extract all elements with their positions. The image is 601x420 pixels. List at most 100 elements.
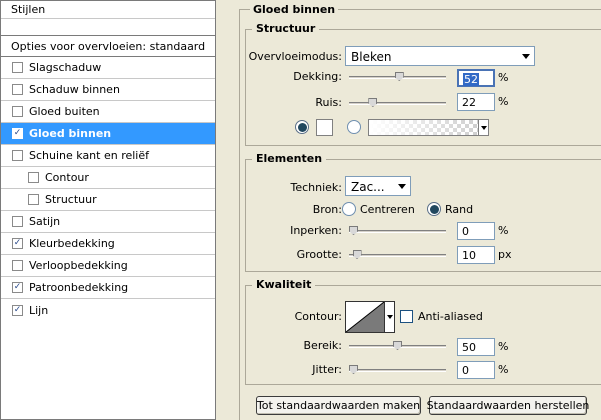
reset-default-label: Standaardwaarden herstellen <box>426 399 590 412</box>
style-item-label: Kleurbedekking <box>29 237 115 250</box>
blending-options-label: Opties voor overvloeien: standaard <box>11 39 206 53</box>
style-item-kleurbedekking[interactable]: ✓ Kleurbedekking <box>1 233 215 255</box>
jitter-slider-thumb[interactable] <box>349 365 358 374</box>
size-slider-thumb[interactable] <box>352 250 362 259</box>
antialiased-checkbox[interactable] <box>400 310 413 323</box>
size-slider[interactable] <box>349 250 446 259</box>
chevron-down-icon <box>522 54 530 59</box>
elements-group-title: Elementen <box>252 152 327 165</box>
range-value: 50 <box>462 341 476 354</box>
style-checkbox-checked[interactable]: ✓ <box>12 238 23 249</box>
style-checkbox[interactable] <box>12 150 23 161</box>
jitter-slider[interactable] <box>349 365 446 374</box>
style-checkbox-checked[interactable]: ✓ <box>12 282 23 293</box>
quality-group-title: Kwaliteit <box>252 278 316 291</box>
size-value: 10 <box>462 249 476 262</box>
technique-dropdown[interactable]: Zac... <box>345 176 411 196</box>
opacity-slider[interactable] <box>349 72 446 81</box>
panel-title: Gloed binnen <box>250 3 339 16</box>
style-item-label: Schuine kant en reliëf <box>29 149 150 162</box>
choke-input[interactable]: 0 <box>457 222 495 240</box>
style-item-lijn[interactable]: ✓ Lijn <box>1 299 215 321</box>
style-item-satijn[interactable]: Satijn <box>1 211 215 233</box>
choke-slider[interactable] <box>349 226 446 235</box>
style-checkbox[interactable] <box>12 62 23 73</box>
noise-slider[interactable] <box>349 98 446 107</box>
style-item-label: Schaduw binnen <box>29 83 120 96</box>
style-item-gloed-binnen[interactable]: ✓ Gloed binnen <box>1 123 215 145</box>
jitter-label: Jitter: <box>312 363 342 376</box>
range-slider-thumb[interactable] <box>393 341 402 350</box>
style-item-schaduw-binnen[interactable]: Schaduw binnen <box>1 79 215 101</box>
style-checkbox[interactable] <box>12 84 23 95</box>
noise-label: Ruis: <box>315 96 342 109</box>
style-item-label: Satijn <box>29 215 61 228</box>
reset-default-button[interactable]: Standaardwaarden herstellen <box>426 396 590 415</box>
style-checkbox[interactable] <box>28 172 39 183</box>
opacity-unit: % <box>498 71 509 84</box>
style-checkbox-checked[interactable]: ✓ <box>12 304 23 316</box>
contour-label: Contour: <box>294 310 342 323</box>
jitter-value: 0 <box>462 364 469 377</box>
jitter-unit: % <box>498 363 509 376</box>
style-item-patroonbedekking[interactable]: ✓ Patroonbedekking <box>1 277 215 299</box>
style-checkbox-checked[interactable]: ✓ <box>12 128 23 139</box>
inner-glow-settings: Gloed binnen Structuur Overvloeimodus: B… <box>231 0 601 420</box>
range-label: Bereik: <box>303 339 343 352</box>
blend-mode-dropdown[interactable]: Bleken <box>345 46 535 66</box>
gradient-mode-radio[interactable] <box>347 120 361 134</box>
style-item-verloopbedekking[interactable]: Verloopbedekking <box>1 255 215 277</box>
style-item-label: Slagschaduw <box>29 61 102 74</box>
range-unit: % <box>498 340 509 353</box>
source-center-radio[interactable] <box>342 202 356 216</box>
technique-label: Techniek: <box>290 181 342 194</box>
make-default-button[interactable]: Tot standaardwaarden maken <box>256 396 421 415</box>
technique-value: Zac... <box>351 180 385 194</box>
style-checkbox[interactable] <box>28 194 39 205</box>
style-item-contour[interactable]: Contour <box>1 167 215 189</box>
source-edge-label: Rand <box>445 203 474 216</box>
glow-color-swatch[interactable] <box>316 119 333 136</box>
size-input[interactable]: 10 <box>457 246 495 264</box>
blending-options-item[interactable]: Opties voor overvloeien: standaard <box>1 35 215 57</box>
opacity-label: Dekking: <box>293 70 342 83</box>
make-default-label: Tot standaardwaarden maken <box>256 399 421 412</box>
range-slider[interactable] <box>349 341 446 350</box>
style-item-structuur[interactable]: Structuur <box>1 189 215 211</box>
jitter-input[interactable]: 0 <box>457 361 495 379</box>
noise-unit: % <box>498 95 509 108</box>
noise-input[interactable]: 22 <box>457 93 495 111</box>
size-label: Grootte: <box>296 248 342 261</box>
style-checkbox[interactable] <box>12 106 23 117</box>
structure-group-title: Structuur <box>252 22 320 35</box>
elements-group: Elementen Techniek: Zac... Bron: Centrer… <box>245 152 601 272</box>
style-item-slagschaduw[interactable]: Slagschaduw <box>1 57 215 79</box>
style-item-gloed-buiten[interactable]: Gloed buiten <box>1 101 215 123</box>
opacity-input[interactable]: 52 <box>457 69 495 87</box>
glow-gradient-swatch[interactable] <box>368 119 479 136</box>
source-label: Bron: <box>312 203 342 216</box>
styles-header: Stijlen <box>1 1 215 19</box>
color-mode-radio[interactable] <box>295 120 309 134</box>
style-item-schuine-kant[interactable]: Schuine kant en reliëf <box>1 145 215 167</box>
style-item-label: Contour <box>45 171 89 184</box>
opacity-slider-thumb[interactable] <box>394 72 404 81</box>
style-checkbox[interactable] <box>12 260 23 271</box>
choke-slider-thumb[interactable] <box>349 226 358 235</box>
style-item-label: Verloopbedekking <box>29 259 128 272</box>
contour-curve-icon <box>345 301 385 333</box>
gradient-dropdown-arrow[interactable] <box>478 119 489 136</box>
source-center-label: Centreren <box>360 203 415 216</box>
range-input[interactable]: 50 <box>457 338 495 356</box>
choke-label: Inperken: <box>290 224 342 237</box>
style-item-label: Patroonbedekking <box>29 281 129 294</box>
blend-mode-label: Overvloeimodus: <box>248 50 342 63</box>
styles-header-label: Stijlen <box>11 3 46 16</box>
contour-preview[interactable] <box>345 301 385 333</box>
antialiased-label: Anti-aliased <box>418 310 483 323</box>
style-item-label: Structuur <box>45 193 97 206</box>
contour-dropdown-arrow[interactable] <box>385 301 395 333</box>
noise-slider-thumb[interactable] <box>368 98 378 107</box>
source-edge-radio[interactable] <box>427 202 441 216</box>
style-checkbox[interactable] <box>12 216 23 227</box>
